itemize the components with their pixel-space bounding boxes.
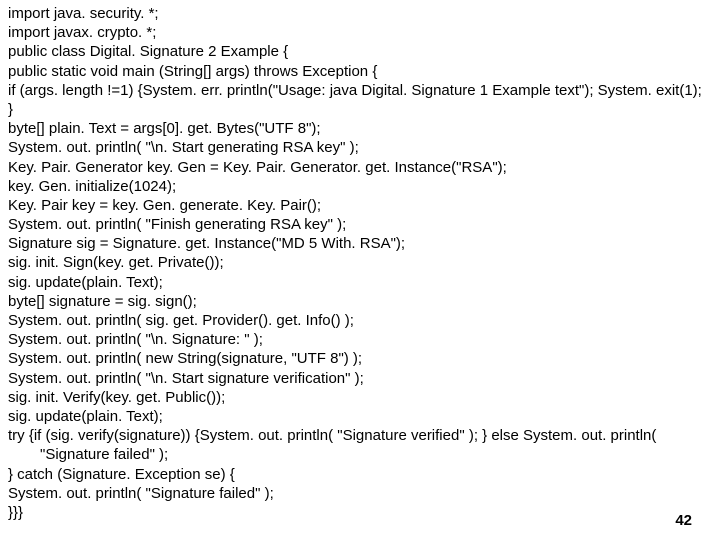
code-line: Key. Pair key = key. Gen. generate. Key.… (8, 196, 708, 215)
code-line: System. out. println( new String(signatu… (8, 349, 708, 368)
code-line: sig. init. Verify(key. get. Public()); (8, 388, 708, 407)
code-line: import javax. crypto. *; (8, 23, 708, 42)
code-line: public class Digital. Signature 2 Exampl… (8, 42, 708, 61)
code-line: System. out. println( sig. get. Provider… (8, 311, 708, 330)
code-line: sig. init. Sign(key. get. Private()); (8, 253, 708, 272)
page-number: 42 (675, 511, 692, 530)
code-line: byte[] plain. Text = args[0]. get. Bytes… (8, 119, 708, 138)
code-line: try {if (sig. verify(signature)) {System… (8, 426, 708, 445)
code-line: Key. Pair. Generator key. Gen = Key. Pai… (8, 158, 708, 177)
code-line: } catch (Signature. Exception se) { (8, 465, 708, 484)
code-line: System. out. println( "Finish generating… (8, 215, 708, 234)
code-line: if (args. length !=1) {System. err. prin… (8, 81, 708, 119)
code-line: System. out. println( "Signature failed"… (8, 484, 708, 503)
code-line: System. out. println( "\n. Start generat… (8, 138, 708, 157)
code-line: key. Gen. initialize(1024); (8, 177, 708, 196)
code-slide: import java. security. *; import javax. … (0, 0, 720, 528)
code-line: sig. update(plain. Text); (8, 273, 708, 292)
code-line: import java. security. *; (8, 4, 708, 23)
code-line: System. out. println( "\n. Signature: " … (8, 330, 708, 349)
code-line: "Signature failed" ); (8, 445, 708, 464)
code-line: byte[] signature = sig. sign(); (8, 292, 708, 311)
code-line: }}} (8, 503, 708, 522)
code-line: System. out. println( "\n. Start signatu… (8, 369, 708, 388)
code-line: public static void main (String[] args) … (8, 62, 708, 81)
code-line: sig. update(plain. Text); (8, 407, 708, 426)
code-line: Signature sig = Signature. get. Instance… (8, 234, 708, 253)
